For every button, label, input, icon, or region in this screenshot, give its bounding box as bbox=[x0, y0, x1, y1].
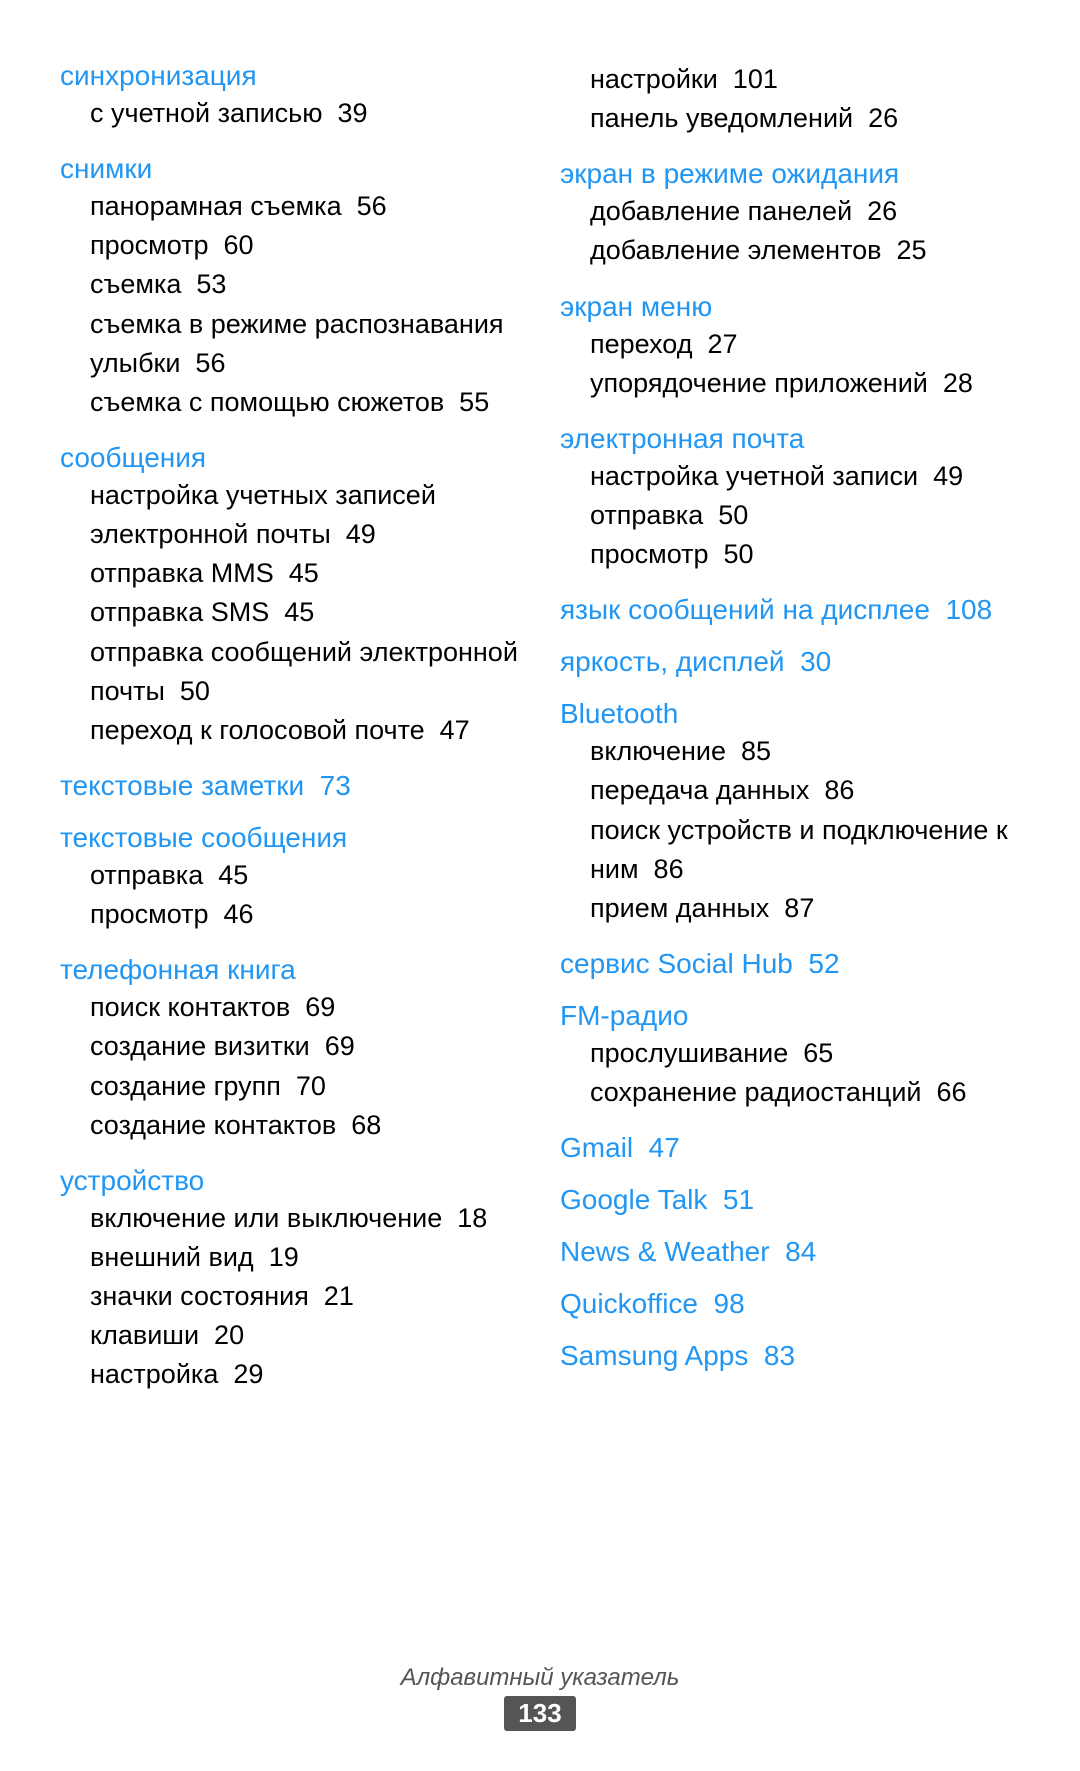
index-item: панель уведомлений 26 bbox=[560, 99, 1020, 138]
footer-label: Алфавитный указатель bbox=[0, 1664, 1080, 1692]
index-item: создание контактов 68 bbox=[60, 1106, 520, 1145]
index-item: создание групп 70 bbox=[60, 1067, 520, 1106]
index-item: прием данных 87 bbox=[560, 889, 1020, 928]
index-item: клавиши 20 bbox=[60, 1316, 520, 1355]
section-heading: Google Talk 51 bbox=[560, 1184, 1020, 1216]
index-item: с учетной записью 39 bbox=[60, 94, 520, 133]
section-heading: телефонная книга bbox=[60, 954, 520, 986]
page-footer: Алфавитный указатель 133 bbox=[0, 1664, 1080, 1731]
index-item: отправка 50 bbox=[560, 496, 1020, 535]
section-heading: текстовые сообщения bbox=[60, 822, 520, 854]
index-item: просмотр 50 bbox=[560, 535, 1020, 574]
index-item: поиск контактов 69 bbox=[60, 988, 520, 1027]
index-item: отправка сообщений электронной почты 50 bbox=[60, 633, 520, 711]
section-heading: сервис Social Hub 52 bbox=[560, 948, 1020, 980]
index-item: настройки 101 bbox=[560, 60, 1020, 99]
index-item: прослушивание 65 bbox=[560, 1034, 1020, 1073]
section-heading: яркость, дисплей 30 bbox=[560, 646, 1020, 678]
index-item: съемка в режиме распознавания улыбки 56 bbox=[60, 305, 520, 383]
right-column: настройки 101панель уведомлений 26 экран … bbox=[550, 60, 1020, 1395]
section-heading: Gmail 47 bbox=[560, 1132, 1020, 1164]
index-item: передача данных 86 bbox=[560, 771, 1020, 810]
section-heading: устройство bbox=[60, 1165, 520, 1197]
section-heading: текстовые заметки 73 bbox=[60, 770, 520, 802]
index-item: настройка учетной записи 49 bbox=[560, 457, 1020, 496]
index-item: отправка SMS 45 bbox=[60, 593, 520, 632]
index-item: значки состояния 21 bbox=[60, 1277, 520, 1316]
index-item: съемка с помощью сюжетов 55 bbox=[60, 383, 520, 422]
section-heading: экран меню bbox=[560, 291, 1020, 323]
index-item: включение или выключение 18 bbox=[60, 1199, 520, 1238]
index-item: просмотр 46 bbox=[60, 895, 520, 934]
index-item: отправка 45 bbox=[60, 856, 520, 895]
index-item: включение 85 bbox=[560, 732, 1020, 771]
index-item: переход 27 bbox=[560, 325, 1020, 364]
section-heading: сообщения bbox=[60, 442, 520, 474]
index-page: синхронизацияс учетной записью 39снимкип… bbox=[0, 0, 1080, 1475]
index-item: просмотр 60 bbox=[60, 226, 520, 265]
index-item: панорамная съемка 56 bbox=[60, 187, 520, 226]
section-heading: FM-радио bbox=[560, 1000, 1020, 1032]
section-heading: синхронизация bbox=[60, 60, 520, 92]
section-heading: Samsung Apps 83 bbox=[560, 1340, 1020, 1372]
section-heading: Bluetooth bbox=[560, 698, 1020, 730]
index-item: создание визитки 69 bbox=[60, 1027, 520, 1066]
index-item: настройка 29 bbox=[60, 1355, 520, 1394]
index-item: внешний вид 19 bbox=[60, 1238, 520, 1277]
section-heading: электронная почта bbox=[560, 423, 1020, 455]
left-column: синхронизацияс учетной записью 39снимкип… bbox=[60, 60, 550, 1395]
index-item: добавление элементов 25 bbox=[560, 231, 1020, 270]
index-item: отправка MMS 45 bbox=[60, 554, 520, 593]
section-heading: язык сообщений на дисплее 108 bbox=[560, 594, 1020, 626]
index-item: сохранение радиостанций 66 bbox=[560, 1073, 1020, 1112]
index-item: съемка 53 bbox=[60, 265, 520, 304]
section-heading: снимки bbox=[60, 153, 520, 185]
section-heading: Quickoffice 98 bbox=[560, 1288, 1020, 1320]
index-item: упорядочение приложений 28 bbox=[560, 364, 1020, 403]
index-item: настройка учетных записей электронной по… bbox=[60, 476, 520, 554]
section-heading: экран в режиме ожидания bbox=[560, 158, 1020, 190]
index-item: переход к голосовой почте 47 bbox=[60, 711, 520, 750]
index-item: добавление панелей 26 bbox=[560, 192, 1020, 231]
section-heading: News & Weather 84 bbox=[560, 1236, 1020, 1268]
index-item: поиск устройств и подключение к ним 86 bbox=[560, 811, 1020, 889]
page-number: 133 bbox=[504, 1696, 575, 1731]
